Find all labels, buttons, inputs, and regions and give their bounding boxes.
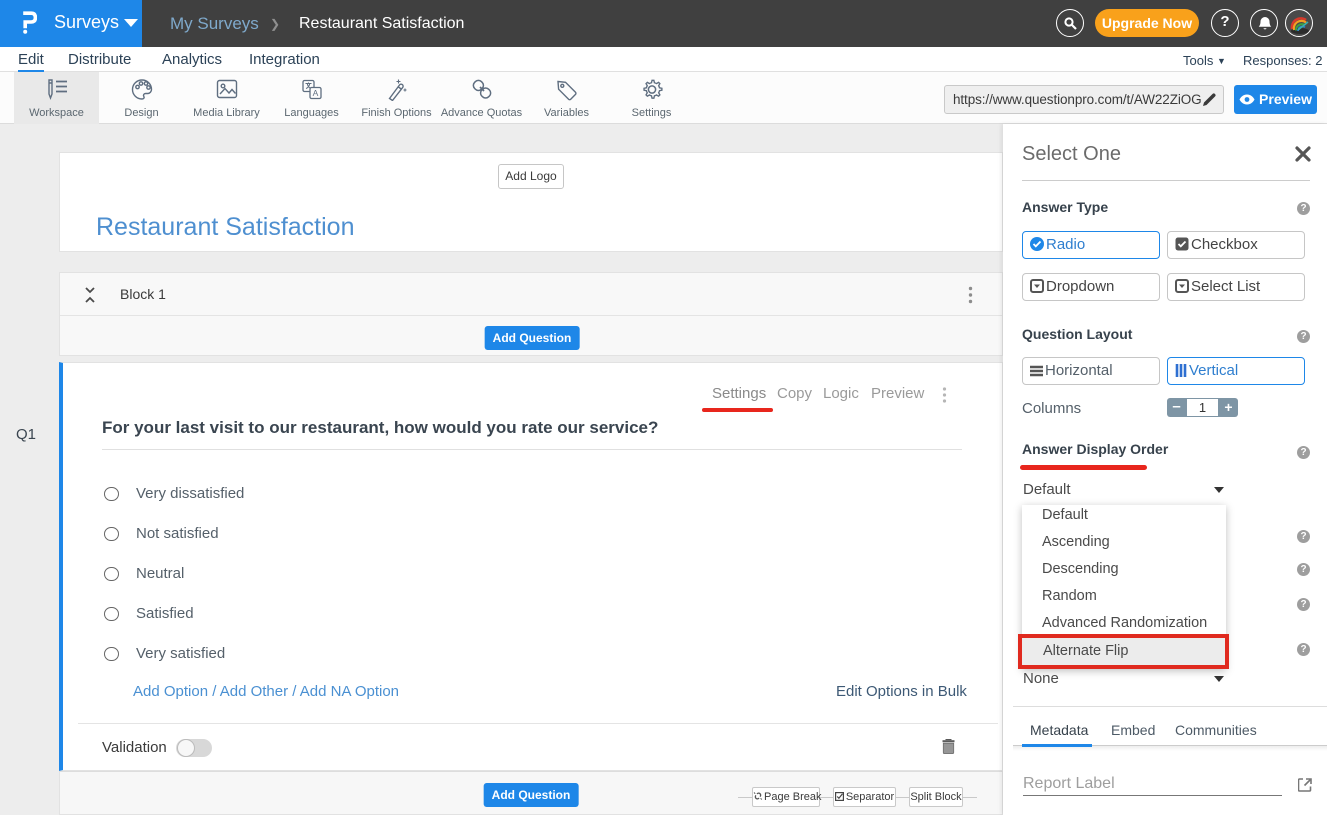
svg-text:A: A xyxy=(312,88,318,98)
